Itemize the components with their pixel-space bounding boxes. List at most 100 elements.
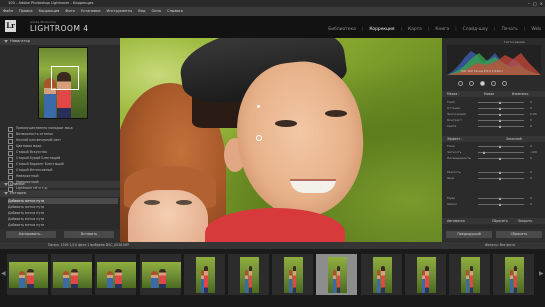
filmstrip-thumbnail[interactable] [138,253,182,296]
filter-label[interactable]: Фильтр: Все фото [485,242,515,249]
main-photo[interactable] [120,38,442,242]
slider-knob[interactable] [499,119,502,122]
reset-button[interactable]: Сбросить [496,231,542,238]
slider-knob[interactable] [499,197,502,200]
navigator-header[interactable]: Навигатор [0,38,120,45]
menu-file[interactable]: Файл [3,7,13,16]
graduated-filter-tool-icon[interactable] [491,81,496,86]
minimize-button[interactable]: – [528,0,530,7]
collapse-triangle-icon[interactable] [4,192,8,195]
filmstrip-thumbnail[interactable] [50,253,94,296]
menu-photo[interactable]: Фото [65,7,75,16]
adjustment-pin-icon[interactable] [257,105,260,108]
module-book[interactable]: Книга [435,27,449,32]
mask-row: Маска : Новая Изменить [442,91,545,97]
slider-knob[interactable] [499,203,502,206]
menu-settings[interactable]: Установки [81,7,101,16]
auto-mask-checkbox[interactable]: Автомаска [447,219,465,223]
menu-view[interactable]: Вид [138,7,145,16]
slider-label: Резкость [447,170,462,174]
module-slideshow[interactable]: Слайд-шоу [463,27,488,32]
eye [325,110,347,117]
thumbnail-person [248,266,252,293]
slider-value[interactable]: 0.00 [530,112,537,116]
spot-removal-tool-icon[interactable] [469,81,474,86]
adjustment-pin-icon[interactable] [256,135,262,141]
module-develop[interactable]: Коррекция [369,27,394,32]
slider-value[interactable]: 0 [530,176,532,180]
thumbnail-person [292,266,297,293]
filmstrip-thumbnail[interactable] [359,253,403,296]
histogram[interactable]: ISO 100 50 мм f/4.0 1/160 с [447,45,541,75]
copy-button[interactable]: Копировать... [6,231,56,238]
history-item[interactable]: Добавить метки пути [8,222,118,228]
source-info[interactable]: Папки: 1395 1/10 фото 1 выбрано DSC_0038… [48,242,129,249]
slider-value[interactable]: 0 [530,118,532,122]
thumbnail-image [505,257,525,293]
filmstrip-thumbnail[interactable] [403,253,447,296]
filmstrip-toolbar: Папки: 1395 1/10 фото 1 выбрано DSC_0038… [0,242,545,249]
slider-value[interactable]: 0 [530,196,532,200]
slider-knob[interactable] [483,151,486,154]
slider-value[interactable]: 0 [530,156,532,160]
module-print[interactable]: Печать [502,27,518,32]
preset-item[interactable]: Lightroom ref и т.д. [8,185,48,192]
slider-value[interactable]: 0 [530,202,532,206]
slider-value[interactable]: 0 [530,100,532,104]
filmstrip-thumbnail[interactable] [6,253,49,296]
close-button[interactable]: × [540,0,543,7]
filmstrip-thumbnail[interactable] [448,253,491,296]
red-eye-tool-icon[interactable] [480,81,485,86]
slider-value[interactable]: 0 [530,106,532,110]
slider-knob[interactable] [499,101,502,104]
filmstrip-thumbnail[interactable] [182,253,226,296]
reset-link[interactable]: Сбросить [492,218,508,224]
adjustment-brush-tool-icon[interactable] [502,81,507,86]
slider-knob[interactable] [499,157,502,160]
slider-value[interactable]: 0 [530,170,532,174]
navigator-zoom-rect[interactable] [51,66,79,90]
mask-new[interactable]: Новая [484,91,494,97]
mask-edit[interactable]: Изменить [512,91,528,97]
menu-develop[interactable]: Коррекция [39,7,60,16]
filmstrip-thumbnail[interactable] [227,253,270,296]
slider-knob[interactable] [499,125,502,128]
scroll-right-icon[interactable]: ▶ [539,270,544,277]
menu-window[interactable]: Окно [152,7,162,16]
filmstrip-thumbnail[interactable] [492,253,536,296]
slider-value[interactable]: 0 [530,144,532,148]
slider-knob[interactable] [499,113,502,116]
slider-knob[interactable] [499,171,502,174]
slider-value[interactable]: -100 [530,150,537,154]
smile [290,179,336,193]
slider-label: Муар [447,196,456,200]
module-map[interactable]: Карта [408,27,422,32]
window-title: 100 - Adobe Photoshop Lightroom - Коррек… [8,1,94,5]
module-separator: | [523,27,526,32]
filmstrip-thumbnail[interactable] [271,253,315,296]
navigator-preview[interactable] [38,47,88,119]
slider-knob[interactable] [499,145,502,148]
paste-button[interactable]: Вставить [64,231,114,238]
crop-tool-icon[interactable] [458,81,463,86]
menu-help[interactable]: Справка [167,7,183,16]
filmstrip-thumbnail[interactable] [315,253,359,296]
filmstrip-thumbnail[interactable] [94,253,138,296]
slider-knob[interactable] [499,177,502,180]
close-link[interactable]: Закрыть [518,218,532,224]
menu-edit[interactable]: Правка [19,7,33,16]
slider-label: Контраст [447,118,462,122]
slider-knob[interactable] [499,107,502,110]
module-library[interactable]: Библиотека [328,27,356,32]
collapse-triangle-icon[interactable] [4,40,8,43]
history-header[interactable]: История [0,190,120,197]
previous-button[interactable]: Предыдущий [446,231,492,238]
menu-tools[interactable]: Инструменты [107,7,133,16]
thumbnail-person [151,271,158,288]
module-web[interactable]: Web [531,27,541,32]
slider-value[interactable]: 0 [530,124,532,128]
scroll-left-icon[interactable]: ◀ [1,270,6,277]
photo-subject-shirt [205,208,345,242]
effect-preset-dropdown[interactable]: Заказной [506,136,522,142]
maximize-button[interactable]: □ [533,0,537,7]
